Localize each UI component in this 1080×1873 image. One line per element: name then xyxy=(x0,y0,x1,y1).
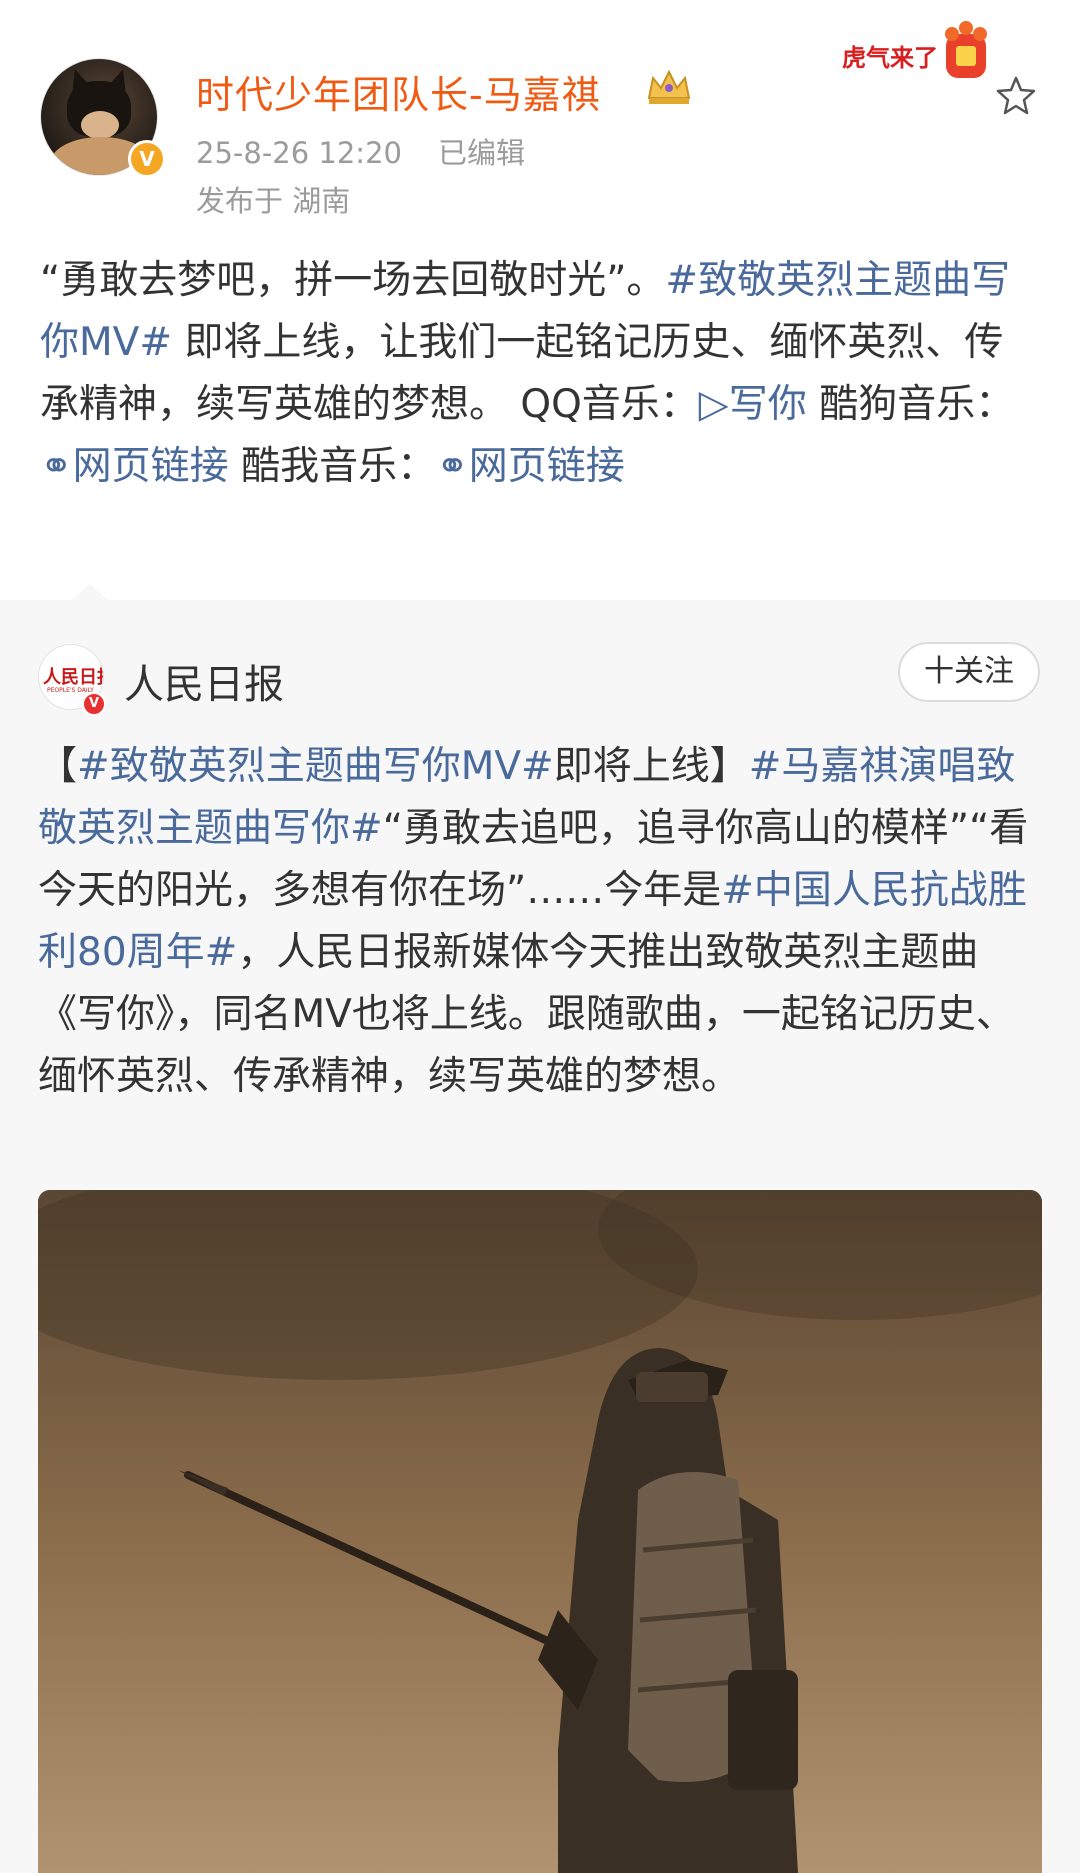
user-avatar[interactable]: V xyxy=(40,58,166,178)
crown-icon xyxy=(647,69,691,104)
post-meta: 25-8-26 12:20 已编辑 xyxy=(196,130,525,172)
sticker-text: 虎气来了 xyxy=(842,44,938,72)
topic-link[interactable]: #致敬英烈主题曲写你MV# xyxy=(77,744,554,789)
post-timestamp: 25-8-26 12:20 xyxy=(196,136,402,170)
kuwo-link[interactable]: ⚭网页链接 xyxy=(436,444,625,489)
post-quote: “勇敢去梦吧，拼一场去回敬时光”。 xyxy=(40,258,666,303)
tiger-sticker-icon: 虎气来了 xyxy=(842,21,987,78)
user-name[interactable]: 时代少年团队长-马嘉祺 xyxy=(196,64,601,119)
post-body: “勇敢去梦吧，拼一场去回敬时光”。#致敬英烈主题曲写你MV# 即将上线，让我们一… xyxy=(40,250,1040,498)
source-name[interactable]: 人民日报 xyxy=(124,652,284,710)
source-verified-badge: V xyxy=(82,692,106,716)
qq-music-link[interactable]: ▷写你 xyxy=(699,382,807,427)
kugou-link[interactable]: ⚭网页链接 xyxy=(40,444,229,489)
post-location: 发布于 湖南 xyxy=(196,184,351,218)
repost-card[interactable]: 人民日报 PEOPLE'S DAILY V 人民日报 十关注 【#致敬英烈主题曲… xyxy=(0,584,1080,1873)
source-logo: 人民日报 xyxy=(43,667,103,688)
verified-badge: V xyxy=(128,140,166,178)
post-header: V 时代少年团队长-马嘉祺 25-8-26 12:20 已编辑 发布于 湖南 虎气… xyxy=(0,0,1080,230)
repost-text-part: 【 xyxy=(38,744,78,789)
soldier-illustration xyxy=(38,1190,1042,1873)
post-text: 酷我音乐： xyxy=(228,444,437,489)
edited-label[interactable]: 已编辑 xyxy=(438,136,525,170)
follow-button[interactable]: 十关注 xyxy=(898,642,1040,702)
repost-notch xyxy=(72,584,108,600)
star-icon[interactable] xyxy=(994,74,1038,118)
post-text: 酷狗音乐： xyxy=(806,382,1015,427)
repost-text-part: 即将上线】 xyxy=(553,744,749,789)
repost-photo[interactable] xyxy=(38,1190,1042,1873)
repost-text: 【#致敬英烈主题曲写你MV#即将上线】#马嘉祺演唱致敬英烈主题曲写你#“勇敢去追… xyxy=(38,736,1048,1108)
